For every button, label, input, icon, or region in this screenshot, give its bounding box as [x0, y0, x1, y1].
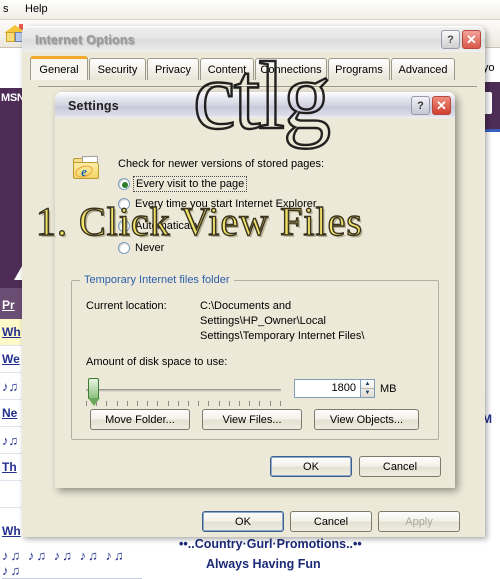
sidebar-link-wh[interactable]: Wh	[2, 524, 21, 538]
settings-window-buttons: ? ✕	[411, 96, 451, 115]
tab-label: Content	[207, 63, 247, 76]
tab-label: Security	[97, 63, 138, 76]
disk-space-unit: MB	[380, 383, 397, 395]
radio-automatically-indicator[interactable]	[118, 220, 130, 232]
radio-never[interactable]: Never	[118, 242, 164, 254]
io-ok-label: OK	[235, 515, 251, 528]
settings-close-button[interactable]: ✕	[432, 96, 451, 115]
menu-help[interactable]: Help	[25, 3, 48, 15]
spin-up-icon[interactable]: ▲	[361, 380, 374, 389]
close-icon: ✕	[466, 31, 477, 47]
radio-every-start-label: Every time you start Internet Explorer	[135, 198, 317, 210]
list-item-label: Th	[2, 460, 17, 474]
tab-general[interactable]: General	[30, 56, 88, 80]
settings-help-button[interactable]: ?	[411, 96, 430, 115]
temporary-internet-files-group: Temporary Internet files folder Current …	[71, 274, 439, 440]
tab-underline	[38, 86, 477, 87]
radio-never-label: Never	[135, 242, 165, 254]
tab-privacy[interactable]: Privacy	[147, 58, 199, 80]
settings-body: e Check for newer versions of stored pag…	[55, 118, 455, 488]
radio-every-start[interactable]: Every time you start Internet Explorer	[118, 198, 317, 210]
internet-options-window-buttons: ? ✕	[441, 30, 481, 49]
settings-cancel-button[interactable]: Cancel	[359, 456, 441, 477]
io-apply-label: Apply	[405, 515, 433, 528]
settings-ok-label: OK	[303, 460, 319, 473]
radio-never-indicator[interactable]	[118, 242, 130, 254]
tab-security[interactable]: Security	[89, 58, 146, 80]
view-objects-label: View Objects...	[329, 413, 404, 426]
view-files-label: View Files...	[222, 413, 282, 426]
internet-options-title: Internet Options	[35, 32, 135, 47]
disk-space-stepper[interactable]: 1800 ▲ ▼	[294, 379, 375, 398]
disk-space-label: Amount of disk space to use:	[86, 356, 228, 368]
promo-title: ••..Country·Gurl·Promotions..••	[179, 537, 362, 551]
disk-space-slider-track[interactable]	[86, 389, 281, 392]
io-cancel-button[interactable]: Cancel	[290, 511, 372, 532]
list-item-label: Wh	[2, 325, 21, 339]
radio-every-visit[interactable]: Every visit to the page	[118, 176, 248, 192]
disk-space-spin-buttons[interactable]: ▲ ▼	[360, 379, 375, 398]
view-objects-button[interactable]: View Objects...	[314, 409, 419, 430]
list-item-label: Ne	[2, 406, 18, 420]
disk-space-slider-ticks	[86, 401, 281, 406]
radio-every-visit-label: Every visit to the page	[133, 176, 248, 192]
tab-advanced[interactable]: Advanced	[391, 58, 455, 80]
radio-automatically[interactable]: Automatically	[118, 220, 200, 232]
settings-ok-button[interactable]: OK	[270, 456, 352, 477]
current-location-label: Current location:	[86, 300, 167, 312]
view-files-button[interactable]: View Files...	[202, 409, 302, 430]
list-item-label: We	[2, 352, 20, 366]
tab-programs[interactable]: Programs	[328, 58, 390, 80]
music-note-icon: ♪♫	[2, 433, 19, 448]
close-button[interactable]: ✕	[462, 30, 481, 49]
spin-down-icon[interactable]: ▼	[361, 389, 374, 397]
disk-space-slider-thumb[interactable]	[88, 378, 100, 406]
radio-every-start-indicator[interactable]	[118, 198, 130, 210]
internet-explorer-folder-icon: e	[73, 155, 101, 180]
sidebar-music-notes-row[interactable]: ♪♫ ♪♫ ♪♫ ♪♫ ♪♫ ♪♫	[2, 548, 142, 579]
radio-automatically-label: Automatically	[135, 220, 201, 232]
list-item-label: Pr	[2, 298, 15, 312]
radio-every-visit-indicator[interactable]	[118, 178, 130, 190]
internet-options-tabs: General Security Privacy Content Connect…	[30, 56, 485, 87]
settings-title: Settings	[68, 98, 119, 113]
tab-connections[interactable]: Connections	[255, 58, 327, 80]
help-button[interactable]: ?	[441, 30, 460, 49]
tab-label: Connections	[260, 63, 322, 76]
browser-menubar: s Help	[0, 0, 500, 20]
internet-options-titlebar[interactable]: Internet Options ? ✕	[22, 26, 485, 52]
io-ok-button[interactable]: OK	[202, 511, 284, 532]
menu-tools-partial[interactable]: s	[3, 3, 9, 15]
tab-content[interactable]: Content	[200, 58, 254, 80]
disk-space-input[interactable]: 1800	[294, 379, 360, 398]
io-cancel-label: Cancel	[313, 515, 349, 528]
current-location-line3: Settings\Temporary Internet Files\	[200, 330, 365, 342]
check-newer-versions-label: Check for newer versions of stored pages…	[118, 158, 325, 170]
current-location-line2: Settings\HP_Owner\Local	[200, 315, 326, 327]
tab-label: Privacy	[154, 63, 192, 76]
tab-label: General	[39, 63, 79, 76]
move-folder-label: Move Folder...	[105, 413, 175, 426]
close-icon: ✕	[436, 97, 447, 113]
msn-label: MSN	[1, 92, 25, 104]
settings-cancel-label: Cancel	[382, 460, 418, 473]
settings-titlebar[interactable]: Settings ? ✕	[55, 92, 455, 118]
move-folder-button[interactable]: Move Folder...	[90, 409, 190, 430]
music-note-icon: ♪♫	[2, 379, 19, 394]
page-bottom-text: ••..Country·Gurl·Promotions..•• Always H…	[176, 536, 500, 573]
tab-label: Programs	[335, 63, 383, 76]
tab-label: Advanced	[398, 63, 448, 76]
current-location-line1: C:\Documents and	[200, 300, 292, 312]
settings-dialog: Settings ? ✕ e Check for newer versions …	[55, 92, 455, 488]
promo-subtitle: Always Having Fun	[206, 557, 321, 571]
group-title: Temporary Internet files folder	[80, 274, 234, 286]
io-apply-button: Apply	[378, 511, 460, 532]
